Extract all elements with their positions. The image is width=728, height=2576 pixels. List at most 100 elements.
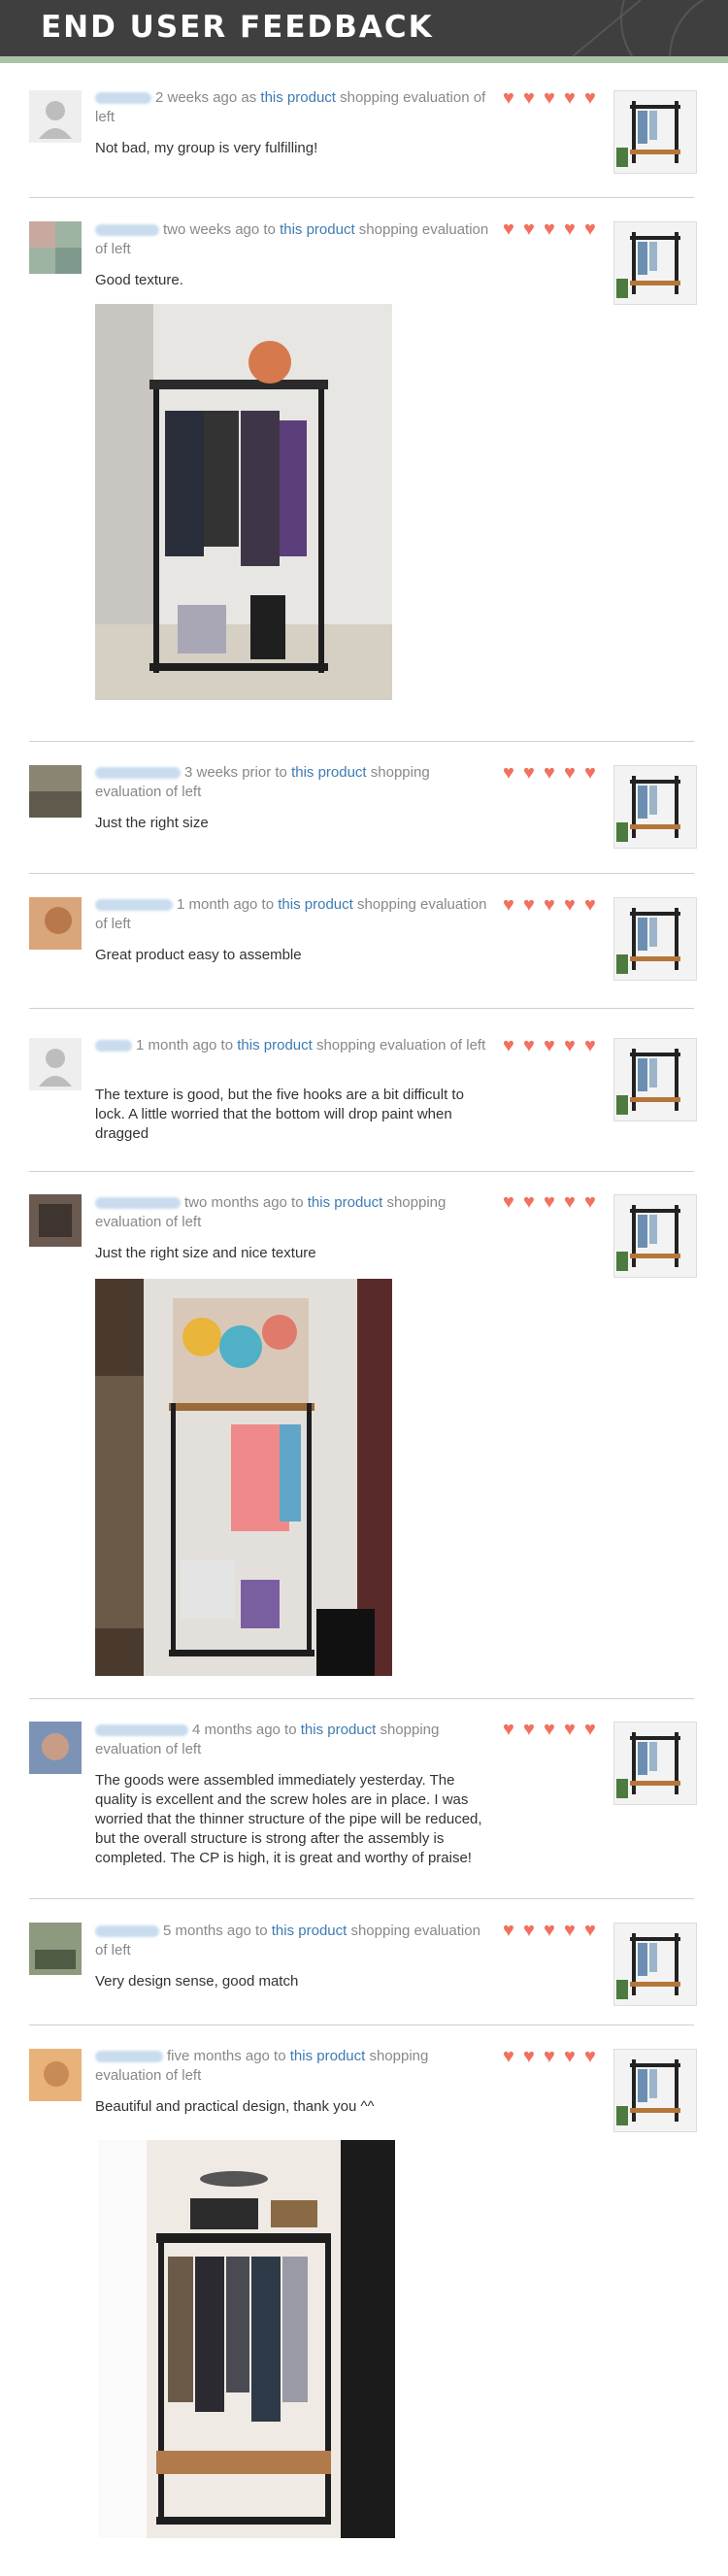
heart-icon: ♥ xyxy=(584,218,596,240)
review-text: Not bad, my group is very fulfilling! xyxy=(95,140,318,156)
heart-icon: ♥ xyxy=(523,762,535,784)
product-thumbnail[interactable] xyxy=(613,1038,697,1121)
heart-icon: ♥ xyxy=(564,762,576,784)
heart-icon: ♥ xyxy=(564,1191,576,1213)
rating-hearts: ♥ ♥ ♥ ♥ ♥ xyxy=(503,218,602,240)
username-blurred xyxy=(95,1925,159,1938)
default-avatar-icon xyxy=(29,1038,82,1090)
page-title: END USER FEEDBACK xyxy=(41,10,434,45)
heart-icon: ♥ xyxy=(564,1035,576,1056)
product-thumbnail[interactable] xyxy=(613,897,697,981)
review-text: Good texture. xyxy=(95,272,183,288)
product-link[interactable]: this product xyxy=(308,1194,383,1211)
product-link[interactable]: this product xyxy=(260,89,336,106)
review-text: Very design sense, good match xyxy=(95,1973,299,1990)
heart-icon: ♥ xyxy=(503,2046,514,2067)
review-text: The goods were assembled immediately yes… xyxy=(95,1772,482,1866)
heart-icon: ♥ xyxy=(544,87,555,109)
review-divider xyxy=(29,873,694,874)
review-meta: 5 months ago to this product shopping ev… xyxy=(95,1922,493,1960)
review-divider xyxy=(29,1008,694,1009)
heart-icon: ♥ xyxy=(564,2046,576,2067)
user-avatar xyxy=(29,221,82,274)
review-text: Great product easy to assemble xyxy=(95,947,302,963)
product-link[interactable]: this product xyxy=(291,764,367,781)
review-meta: 4 months ago to this product shopping ev… xyxy=(95,1721,493,1759)
heart-icon: ♥ xyxy=(544,2046,555,2067)
header-accent-line xyxy=(0,56,728,63)
review-time: 5 months ago to xyxy=(163,1923,268,1939)
review-time: 3 weeks prior to xyxy=(184,764,287,781)
review-time: 1 month ago to xyxy=(177,896,275,913)
heart-icon: ♥ xyxy=(523,1920,535,1941)
review-text: The texture is good, but the five hooks … xyxy=(95,1087,464,1142)
review-suffix: shopping evaluation of left xyxy=(315,1037,486,1054)
heart-icon: ♥ xyxy=(503,1035,514,1056)
product-link[interactable]: this product xyxy=(301,1722,377,1738)
heart-icon: ♥ xyxy=(584,1035,596,1056)
rating-hearts: ♥ ♥ ♥ ♥ ♥ xyxy=(503,1719,602,1740)
heart-icon: ♥ xyxy=(544,1920,555,1941)
review-divider xyxy=(29,741,694,742)
heart-icon: ♥ xyxy=(564,87,576,109)
heart-icon: ♥ xyxy=(523,2046,535,2067)
review-time: 4 months ago to xyxy=(192,1722,297,1738)
review-divider xyxy=(29,1171,694,1172)
username-blurred xyxy=(95,767,181,780)
heart-icon: ♥ xyxy=(564,1719,576,1740)
user-avatar xyxy=(29,1923,82,1975)
heart-icon: ♥ xyxy=(544,1191,555,1213)
product-thumbnail[interactable] xyxy=(613,1194,697,1278)
heart-icon: ♥ xyxy=(523,87,535,109)
review-meta: 1 month ago to this product shopping eva… xyxy=(95,1036,493,1055)
heart-icon: ♥ xyxy=(544,1035,555,1056)
username-blurred xyxy=(95,224,159,237)
product-link[interactable]: this product xyxy=(280,221,355,238)
heart-icon: ♥ xyxy=(503,762,514,784)
heart-icon: ♥ xyxy=(584,762,596,784)
heart-icon: ♥ xyxy=(523,1191,535,1213)
product-thumbnail[interactable] xyxy=(613,221,697,305)
heart-icon: ♥ xyxy=(584,1191,596,1213)
heart-icon: ♥ xyxy=(584,894,596,916)
review-divider xyxy=(29,1698,694,1699)
review-time: 2 weeks ago as xyxy=(155,89,257,106)
review-meta: 3 weeks prior to this product shopping e… xyxy=(95,763,493,802)
user-avatar xyxy=(29,765,82,818)
heart-icon: ♥ xyxy=(523,218,535,240)
heart-icon: ♥ xyxy=(584,2046,596,2067)
review-photo[interactable] xyxy=(95,304,392,700)
default-avatar-icon xyxy=(29,90,82,143)
heart-icon: ♥ xyxy=(503,1719,514,1740)
heart-icon: ♥ xyxy=(564,894,576,916)
heart-icon: ♥ xyxy=(523,1035,535,1056)
heart-icon: ♥ xyxy=(503,1920,514,1941)
header-decoration xyxy=(572,0,705,56)
heart-icon: ♥ xyxy=(503,218,514,240)
product-link[interactable]: this product xyxy=(290,2048,366,2064)
review-text: Just the right size xyxy=(95,815,209,831)
heart-icon: ♥ xyxy=(564,1920,576,1941)
product-thumbnail[interactable] xyxy=(613,1722,697,1805)
heart-icon: ♥ xyxy=(544,1719,555,1740)
product-thumbnail[interactable] xyxy=(613,765,697,849)
review-photo[interactable] xyxy=(95,1279,392,1676)
heart-icon: ♥ xyxy=(523,894,535,916)
username-blurred xyxy=(95,1040,132,1053)
product-link[interactable]: this product xyxy=(272,1923,347,1939)
review-divider xyxy=(29,2024,694,2025)
product-link[interactable]: this product xyxy=(237,1037,313,1054)
user-avatar xyxy=(29,2049,82,2101)
review-time: two months ago to xyxy=(184,1194,304,1211)
product-thumbnail[interactable] xyxy=(613,2049,697,2132)
rating-hearts: ♥ ♥ ♥ ♥ ♥ xyxy=(503,2046,602,2067)
review-photo[interactable] xyxy=(98,2140,395,2538)
product-thumbnail[interactable] xyxy=(613,1923,697,2006)
review-meta: 2 weeks ago as this product shopping eva… xyxy=(95,88,493,127)
rating-hearts: ♥ ♥ ♥ ♥ ♥ xyxy=(503,1191,602,1213)
product-thumbnail[interactable] xyxy=(613,90,697,174)
rating-hearts: ♥ ♥ ♥ ♥ ♥ xyxy=(503,894,602,916)
product-link[interactable]: this product xyxy=(278,896,353,913)
heart-icon: ♥ xyxy=(523,1719,535,1740)
username-blurred xyxy=(95,2051,163,2063)
